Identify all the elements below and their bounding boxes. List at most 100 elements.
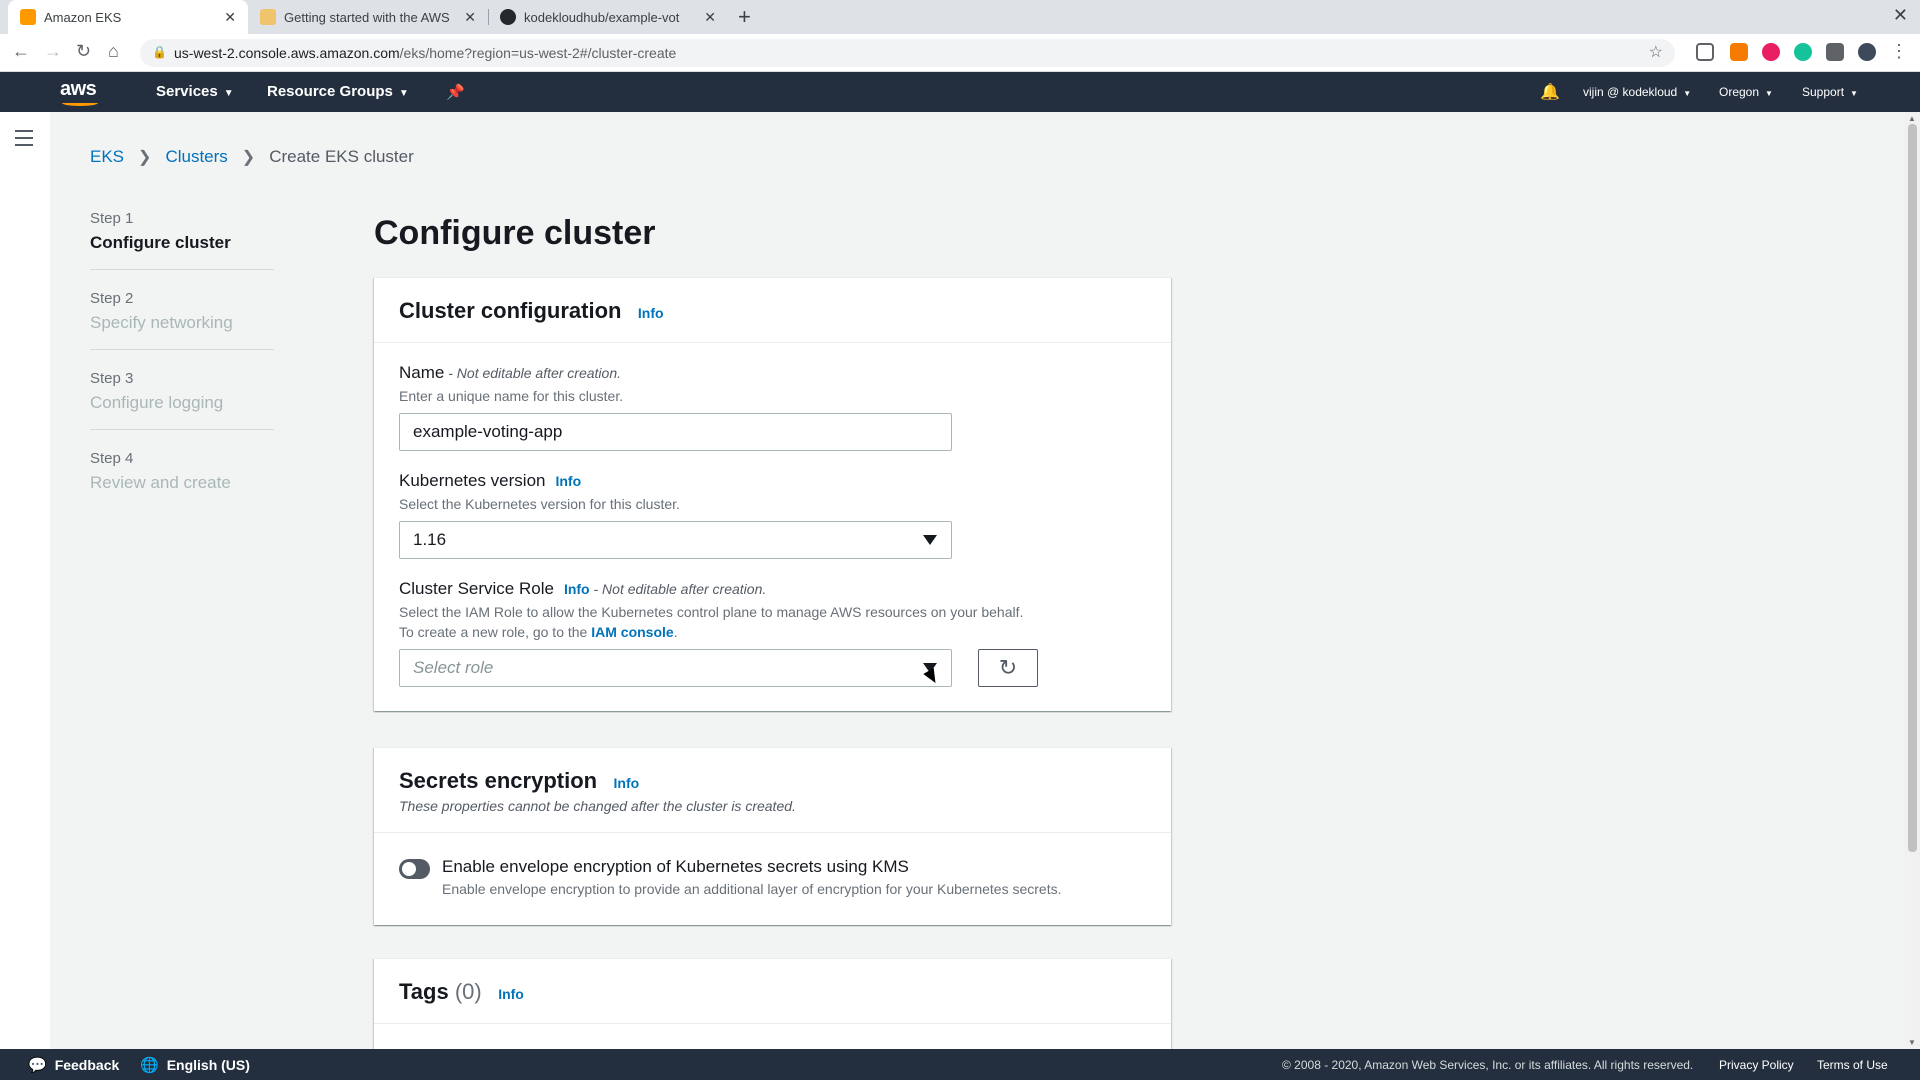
new-tab-icon[interactable]: + <box>738 4 751 30</box>
profile-avatar[interactable] <box>1858 43 1876 61</box>
dropdown-arrow-icon <box>923 535 937 545</box>
close-tab-icon[interactable]: ✕ <box>704 9 716 26</box>
secrets-encryption-panel: Secrets encryption Info These properties… <box>374 747 1171 925</box>
hamburger-menu-icon[interactable] <box>15 130 33 151</box>
iam-console-link[interactable]: IAM console <box>591 624 673 640</box>
refresh-icon: ↻ <box>998 655 1018 680</box>
reload-icon[interactable]: ↻ <box>76 41 91 62</box>
kubernetes-version-select[interactable]: 1.16 <box>399 521 952 559</box>
cluster-service-role-field: Cluster Service Role Info - Not editable … <box>399 579 1146 687</box>
browser-toolbar: ← → ↻ ⌂ 🔒 us-west-2.console.aws.amazon.c… <box>0 34 1920 72</box>
role-select-row: Select role ↻ <box>399 642 1146 687</box>
extension-pink-icon[interactable] <box>1762 43 1780 61</box>
info-link[interactable]: Info <box>564 581 590 597</box>
scrollbar-thumb[interactable] <box>1908 124 1917 852</box>
cluster-configuration-panel: Cluster configuration Info Name - Not ed… <box>374 277 1171 711</box>
aws-logo[interactable]: aws <box>60 78 98 106</box>
aws-favicon-icon <box>20 9 36 25</box>
browser-tab-github[interactable]: kodekloudhub/example-vot ✕ <box>488 0 728 34</box>
info-link[interactable]: Info <box>638 305 664 321</box>
privacy-policy-link[interactable]: Privacy Policy <box>1719 1058 1794 1072</box>
cluster-service-role-label: Cluster Service Role Info - Not editable … <box>399 579 767 598</box>
chevron-right-icon: ❯ <box>138 149 152 166</box>
feedback-button[interactable]: 💬 Feedback <box>28 1056 119 1074</box>
home-icon[interactable]: ⌂ <box>108 41 119 62</box>
info-link[interactable]: Info <box>555 473 581 489</box>
extension-orange-icon[interactable] <box>1730 43 1748 61</box>
cast-icon[interactable] <box>1696 43 1714 61</box>
info-link[interactable]: Info <box>498 986 524 1002</box>
cluster-name-input[interactable]: example-voting-app <box>399 413 952 451</box>
tab-title: kodekloudhub/example-vot <box>524 9 680 25</box>
chevron-right-icon: ❯ <box>241 149 256 166</box>
name-label: Name - Not editable after creation. <box>399 363 622 382</box>
url-text: us-west-2.console.aws.amazon.com/eks/hom… <box>174 45 677 61</box>
step-number: Step 2 <box>90 290 134 307</box>
wizard-step-4: Step 4 Review and create <box>90 450 274 509</box>
kubernetes-version-label: Kubernetes version Info <box>399 471 582 490</box>
address-bar[interactable]: 🔒 us-west-2.console.aws.amazon.com/eks/h… <box>140 39 1675 67</box>
panel-header: Secrets encryption Info These properties… <box>374 748 1171 833</box>
terms-of-use-link[interactable]: Terms of Use <box>1817 1058 1888 1072</box>
step-label: Configure cluster <box>90 233 231 252</box>
lock-icon: 🔒 <box>152 45 167 59</box>
page-scrollbar[interactable]: ▲ ▼ <box>1905 112 1920 1049</box>
wizard-step-1[interactable]: Step 1 Configure cluster <box>90 210 274 270</box>
breadcrumb-eks[interactable]: EKS <box>90 147 124 167</box>
panel-header: Cluster configuration Info <box>374 278 1171 343</box>
close-tab-icon[interactable]: ✕ <box>464 9 476 26</box>
account-menu[interactable]: vijin @ kodekloud ▼ <box>1583 85 1691 99</box>
step-label: Configure logging <box>90 393 224 412</box>
bookmark-star-icon[interactable]: ☆ <box>1649 42 1663 62</box>
breadcrumb-clusters[interactable]: Clusters <box>165 147 227 167</box>
step-number: Step 3 <box>90 370 134 387</box>
left-rail <box>0 112 50 1049</box>
browser-tab-eks[interactable]: Amazon EKS ✕ <box>8 0 248 34</box>
wizard-step-3: Step 3 Configure logging <box>90 370 274 430</box>
browser-menu-icon[interactable]: ⋮ <box>1890 41 1908 62</box>
envelope-encryption-toggle[interactable] <box>399 859 430 879</box>
info-link[interactable]: Info <box>614 775 640 791</box>
panel-title: Secrets encryption <box>399 768 598 793</box>
resource-groups-menu[interactable]: Resource Groups ▼ <box>267 83 409 100</box>
name-description: Enter a unique name for this cluster. <box>399 388 624 404</box>
region-menu[interactable]: Oregon ▼ <box>1719 85 1773 99</box>
envelope-encryption-row: Enable envelope encryption of Kubernetes… <box>374 833 1171 925</box>
toggle-text: Enable envelope encryption of Kubernetes… <box>442 857 1062 897</box>
panel-description: These properties cannot be changed after… <box>399 798 796 814</box>
tab-title: Amazon EKS <box>44 9 122 25</box>
back-icon[interactable]: ← <box>12 41 30 62</box>
services-menu[interactable]: Services ▼ <box>156 83 234 100</box>
panel-title: Cluster configuration <box>399 298 622 323</box>
panel-title: Tags (0) <box>399 979 482 1004</box>
tab-title: Getting started with the AWS <box>284 9 450 25</box>
grammarly-icon[interactable] <box>1794 43 1812 61</box>
aws-top-nav: aws Services ▼ Resource Groups ▼ 📌 🔔 vijin… <box>0 72 1920 112</box>
refresh-roles-button[interactable]: ↻ <box>978 649 1038 687</box>
tags-panel: Tags (0) Info <box>374 958 1171 1049</box>
wizard-steps: Step 1 Configure cluster Step 2 Specify … <box>90 210 274 529</box>
toggle-label: Enable envelope encryption of Kubernetes… <box>442 857 909 876</box>
github-favicon-icon <box>500 9 516 25</box>
step-number: Step 4 <box>90 450 134 467</box>
breadcrumb: EKS ❯ Clusters ❯ Create EKS cluster <box>90 147 414 167</box>
pin-icon[interactable]: 📌 <box>446 83 465 101</box>
notifications-bell-icon[interactable]: 🔔 <box>1540 82 1560 102</box>
panel-header: Tags (0) Info <box>374 959 1171 1024</box>
language-selector[interactable]: 🌐 English (US) <box>140 1056 250 1074</box>
forward-icon[interactable]: → <box>44 41 62 62</box>
kubernetes-version-description: Select the Kubernetes version for this c… <box>399 496 680 512</box>
cluster-service-role-select[interactable]: Select role <box>399 649 952 687</box>
browser-tab-bar: Amazon EKS ✕ Getting started with the AW… <box>0 0 1920 34</box>
aws-footer: 💬 Feedback 🌐 English (US) © 2008 - 2020, A… <box>0 1049 1920 1080</box>
step-number: Step 1 <box>90 210 134 227</box>
step-label: Specify networking <box>90 313 233 332</box>
window-close-icon[interactable]: ✕ <box>1893 5 1908 26</box>
browser-tab-getting-started[interactable]: Getting started with the AWS ✕ <box>248 0 488 34</box>
extensions-puzzle-icon[interactable] <box>1826 43 1844 61</box>
copyright-text: © 2008 - 2020, Amazon Web Services, Inc.… <box>1282 1058 1694 1072</box>
kubernetes-version-field: Kubernetes version Info Select the Kubern… <box>399 471 1146 559</box>
support-menu[interactable]: Support ▼ <box>1802 85 1858 99</box>
wizard-step-2: Step 2 Specify networking <box>90 290 274 350</box>
close-tab-icon[interactable]: ✕ <box>224 9 236 26</box>
